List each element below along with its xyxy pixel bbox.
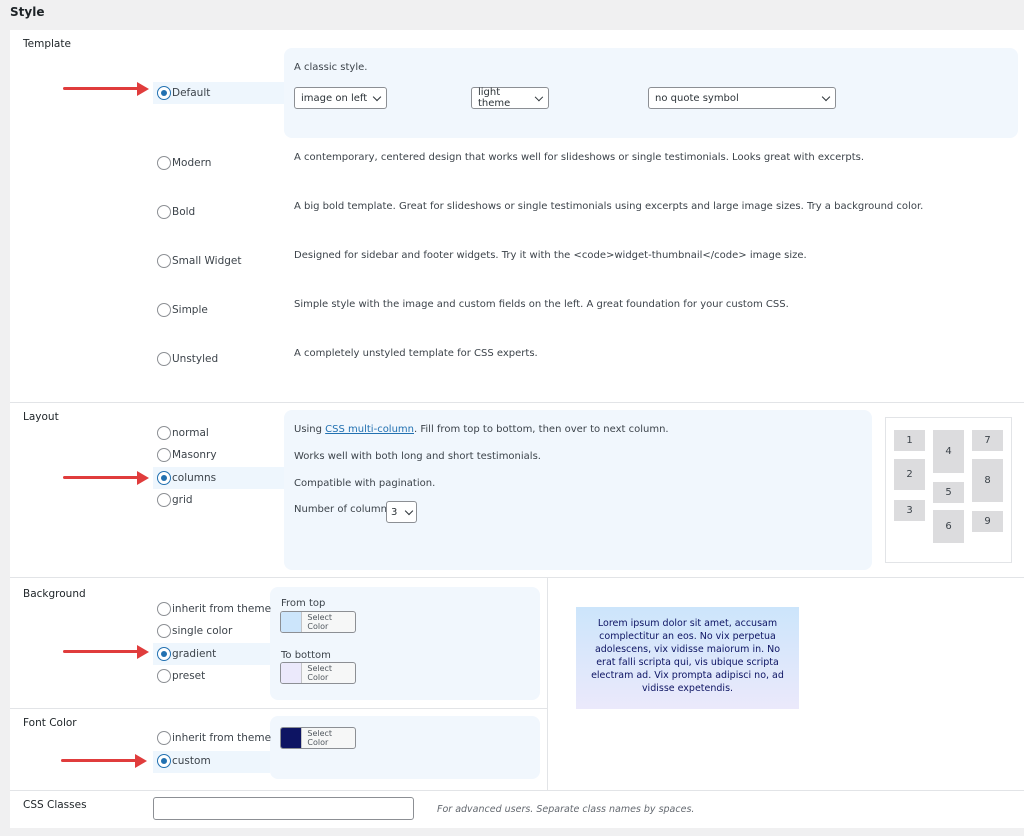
chevron-down-icon xyxy=(405,506,413,514)
color-swatch xyxy=(281,612,302,632)
radio-icon[interactable] xyxy=(157,352,171,366)
layout-option-grid[interactable]: grid xyxy=(157,491,193,509)
font-color-button[interactable]: Select Color xyxy=(280,727,356,749)
image-position-select[interactable]: image on left xyxy=(294,87,387,109)
from-top-color-button[interactable]: Select Color xyxy=(280,611,356,633)
row-divider xyxy=(10,708,547,709)
pointer-arrow-icon xyxy=(63,82,149,96)
row-divider xyxy=(10,402,1024,403)
template-desc-bold: A big bold template. Great for slideshow… xyxy=(294,201,923,212)
layout-desc-line2: Works well with both long and short test… xyxy=(294,451,541,462)
pointer-arrow-icon xyxy=(63,645,149,659)
css-classes-hint: For advanced users. Separate class names… xyxy=(437,804,694,815)
preview-cell: 2 xyxy=(894,459,925,490)
preview-cell: 1 xyxy=(894,430,925,451)
template-option-modern[interactable]: Modern xyxy=(157,154,211,172)
radio-icon[interactable] xyxy=(157,303,171,317)
columns-preview: 1 2 3 4 5 6 7 8 9 xyxy=(885,417,1012,563)
template-option-bold[interactable]: Bold xyxy=(157,203,195,221)
template-desc-unstyled: A completely unstyled template for CSS e… xyxy=(294,348,538,359)
css-classes-label: CSS Classes xyxy=(23,799,87,811)
radio-checked-icon[interactable] xyxy=(157,471,171,485)
preview-cell: 7 xyxy=(972,430,1003,451)
radio-icon[interactable] xyxy=(157,493,171,507)
radio-icon[interactable] xyxy=(157,624,171,638)
template-option-small-widget[interactable]: Small Widget xyxy=(157,252,241,270)
row-divider xyxy=(10,790,1024,791)
chevron-down-icon xyxy=(373,92,381,100)
css-classes-input[interactable] xyxy=(153,797,414,820)
section-title: Style xyxy=(10,5,44,19)
radio-checked-icon[interactable] xyxy=(157,647,171,661)
template-option-unstyled[interactable]: Unstyled xyxy=(157,350,218,368)
quote-symbol-select[interactable]: no quote symbol xyxy=(648,87,836,109)
pointer-arrow-icon xyxy=(61,754,147,768)
columns-label: Number of columns xyxy=(294,504,392,515)
layout-option-columns[interactable]: columns xyxy=(157,469,216,487)
template-desc-default: A classic style. xyxy=(294,62,367,73)
color-swatch xyxy=(281,663,302,683)
radio-checked-icon[interactable] xyxy=(157,754,171,768)
radio-icon[interactable] xyxy=(157,448,171,462)
template-desc-simple: Simple style with the image and custom f… xyxy=(294,299,789,310)
from-top-label: From top xyxy=(281,598,325,609)
template-desc-small-widget: Designed for sidebar and footer widgets.… xyxy=(294,250,807,261)
columns-select[interactable]: 3 xyxy=(386,501,417,523)
style-preview-box: Lorem ipsum dolor sit amet, accusam comp… xyxy=(576,607,799,709)
layout-desc-line3: Compatible with pagination. xyxy=(294,478,435,489)
layout-label: Layout xyxy=(23,411,59,423)
column-divider xyxy=(547,578,548,790)
radio-checked-icon[interactable] xyxy=(157,86,171,100)
radio-icon[interactable] xyxy=(157,669,171,683)
font-color-label: Font Color xyxy=(23,717,77,729)
chevron-down-icon xyxy=(535,92,543,100)
layout-desc: Using CSS multi-column. Fill from top to… xyxy=(294,424,669,435)
preview-cell: 6 xyxy=(933,510,964,543)
layout-option-masonry[interactable]: Masonry xyxy=(157,446,217,464)
preview-cell: 4 xyxy=(933,430,964,473)
background-option-gradient[interactable]: gradient xyxy=(157,645,216,663)
template-option-simple[interactable]: Simple xyxy=(157,301,208,319)
chevron-down-icon xyxy=(822,92,830,100)
preview-cell: 9 xyxy=(972,511,1003,532)
radio-icon[interactable] xyxy=(157,426,171,440)
template-label: Template xyxy=(23,38,71,50)
preview-cell: 5 xyxy=(933,482,964,503)
preview-cell: 8 xyxy=(972,459,1003,502)
background-option-single-color[interactable]: single color xyxy=(157,622,232,640)
row-divider xyxy=(10,577,1024,578)
radio-icon[interactable] xyxy=(157,602,171,616)
template-desc-modern: A contemporary, centered design that wor… xyxy=(294,152,864,163)
font-color-option-custom[interactable]: custom xyxy=(157,752,211,770)
background-option-inherit[interactable]: inherit from theme xyxy=(157,600,271,618)
background-option-preset[interactable]: preset xyxy=(157,667,205,685)
template-option-default[interactable]: Default xyxy=(157,84,210,102)
color-swatch xyxy=(281,728,302,748)
layout-option-normal[interactable]: normal xyxy=(157,424,209,442)
preview-cell: 3 xyxy=(894,500,925,521)
background-label: Background xyxy=(23,588,86,600)
to-bottom-label: To bottom xyxy=(281,650,331,661)
radio-icon[interactable] xyxy=(157,156,171,170)
pointer-arrow-icon xyxy=(63,471,149,485)
radio-icon[interactable] xyxy=(157,254,171,268)
radio-icon[interactable] xyxy=(157,731,171,745)
to-bottom-color-button[interactable]: Select Color xyxy=(280,662,356,684)
font-color-option-inherit[interactable]: inherit from theme xyxy=(157,729,271,747)
theme-select[interactable]: light theme xyxy=(471,87,549,109)
radio-icon[interactable] xyxy=(157,205,171,219)
css-multicolumn-link[interactable]: CSS multi-column xyxy=(325,424,414,435)
